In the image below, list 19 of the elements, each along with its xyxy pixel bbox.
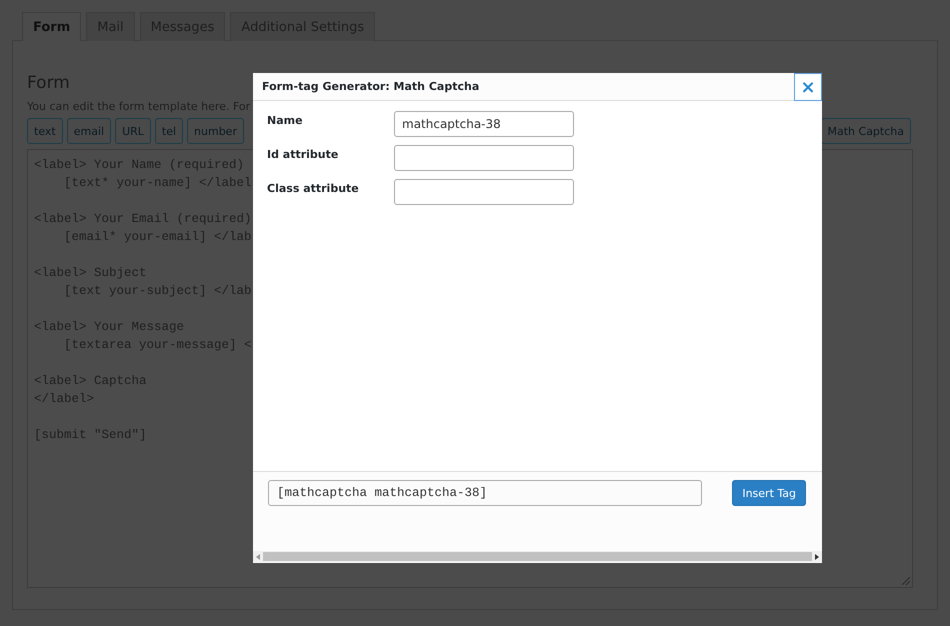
tag-button[interactable]: email <box>66 118 112 144</box>
input-field[interactable]: mathcaptcha-38 <box>394 111 574 137</box>
field-label: Name <box>267 113 304 127</box>
tag-button[interactable]: Math Captcha <box>820 118 911 144</box>
tab[interactable]: Form <box>22 12 82 41</box>
input-field[interactable] <box>394 179 574 205</box>
tag-button[interactable]: URL <box>115 118 151 144</box>
insert-tag-button[interactable]: Insert Tag <box>732 480 806 506</box>
horizontal-scrollbar[interactable] <box>253 551 822 562</box>
field-label: Id attribute <box>267 147 340 161</box>
field-label: Class attribute <box>267 181 360 195</box>
tag-output-field[interactable]: [mathcaptcha mathcaptcha-38] <box>268 480 702 506</box>
tag-button[interactable]: text <box>27 118 63 144</box>
input-field[interactable] <box>394 145 574 171</box>
close-button[interactable]: × <box>794 73 822 101</box>
tag-button[interactable]: tel <box>154 118 184 144</box>
dialog-title: Form-tag Generator: Math Captcha <box>262 80 480 93</box>
resize-handle-icon[interactable] <box>902 577 910 585</box>
tag-button[interactable]: number <box>187 118 244 144</box>
